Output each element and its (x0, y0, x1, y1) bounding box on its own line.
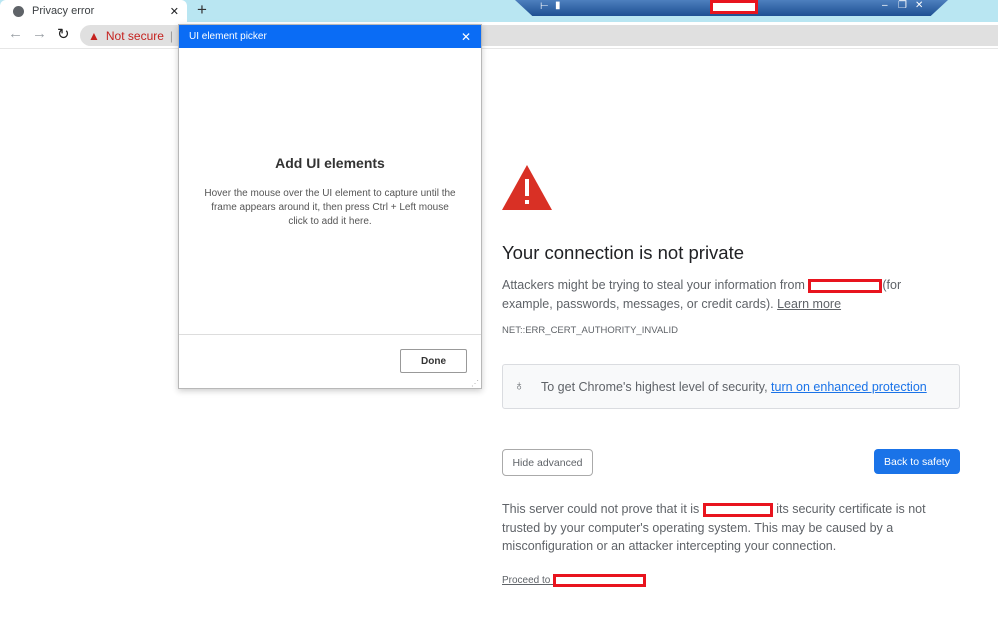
globe-icon (13, 5, 24, 17)
new-tab-button[interactable]: + (197, 0, 207, 20)
remote-session-bar: ⊢ ▮ – ❐ ✕ (515, 0, 948, 16)
security-label[interactable]: Not secure (106, 29, 164, 43)
divider: | (169, 28, 174, 43)
dialog-header: UI element picker ✕ (179, 25, 481, 48)
proceed-link-row: Proceed to (502, 574, 647, 587)
warning-icon: ▲ (88, 28, 100, 43)
enhanced-protection-link[interactable]: turn on enhanced protection (771, 380, 927, 394)
close-icon[interactable]: ✕ (461, 30, 471, 44)
signal-icon: ▮ (555, 0, 561, 11)
redacted-host (808, 278, 883, 293)
picker-instructions: Hover the mouse over the UI element to c… (204, 188, 456, 227)
page-title: Your connection is not private (502, 242, 745, 263)
back-to-safety-button[interactable]: Back to safety (874, 449, 960, 474)
tab-title: Privacy error (32, 5, 95, 17)
tab-privacy-error[interactable]: Privacy error ✕ (0, 0, 187, 22)
pin-icon[interactable]: ⊢ (540, 1, 549, 12)
minimize-icon[interactable]: – (882, 0, 888, 11)
lightbulb-icon: ♁ (514, 377, 525, 393)
redacted-host (702, 502, 773, 517)
dialog-title: UI element picker (189, 31, 267, 42)
restore-icon[interactable]: ❐ (898, 0, 907, 11)
warning-triangle-icon (502, 165, 552, 210)
divider (179, 334, 481, 335)
back-icon[interactable]: ← (8, 25, 23, 42)
text: To get Chrome's highest level of securit… (541, 380, 772, 394)
done-button[interactable]: Done (400, 349, 467, 373)
ui-element-picker-dialog: UI element picker ✕ Add UI elements Hove… (178, 24, 482, 389)
learn-more-link[interactable]: Learn more (777, 297, 841, 311)
picker-heading: Add UI elements (275, 155, 385, 171)
close-icon[interactable]: ✕ (915, 0, 923, 11)
text: This server could not prove that it is (502, 502, 703, 516)
enhanced-protection-box: ♁ To get Chrome's highest level of secur… (502, 364, 960, 409)
hide-advanced-button[interactable]: Hide advanced (502, 449, 593, 476)
resize-grip-icon[interactable]: ⋰ (471, 379, 479, 388)
text: Attackers might be trying to steal your … (502, 278, 809, 292)
redacted-host (553, 574, 647, 587)
error-code: NET::ERR_CERT_AUTHORITY_INVALID (502, 325, 678, 336)
attack-description: Attackers might be trying to steal your … (502, 276, 942, 313)
redacted-host (710, 0, 758, 14)
certificate-explanation: This server could not prove that it is i… (502, 500, 962, 556)
forward-icon[interactable]: → (32, 25, 47, 42)
close-tab-icon[interactable]: ✕ (170, 5, 179, 18)
proceed-link[interactable]: Proceed to (502, 575, 553, 586)
reload-icon[interactable]: ↻ (57, 25, 70, 43)
